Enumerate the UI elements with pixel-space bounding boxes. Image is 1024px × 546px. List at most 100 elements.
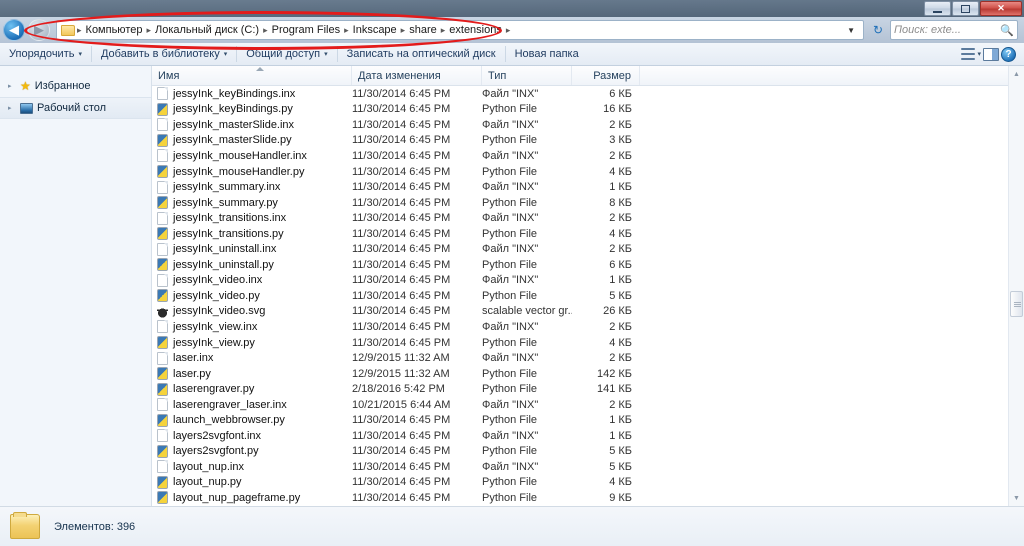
file-name-label: jessyInk_mouseHandler.py — [173, 165, 305, 178]
file-name-cell: jessyInk_masterSlide.inx — [152, 118, 352, 132]
table-row[interactable]: layout_nup.py 11/30/2014 6:45 PM Python Fi… — [152, 475, 1024, 491]
file-name-cell: jessyInk_transitions.inx — [152, 211, 352, 225]
scroll-up-button[interactable]: ▲ — [1009, 66, 1024, 82]
table-row[interactable]: jessyInk_keyBindings.inx 11/30/2014 6:45 … — [152, 86, 1024, 102]
file-name-label: jessyInk_video.inx — [173, 274, 263, 287]
column-header-type[interactable]: Тип — [482, 66, 572, 85]
breadcrumb-item-local-disk[interactable]: Локальный диск (C:) — [152, 23, 262, 37]
column-header-name[interactable]: Имя — [152, 66, 352, 85]
table-row[interactable]: jessyInk_video.inx 11/30/2014 6:45 PM Файл… — [152, 273, 1024, 289]
breadcrumb-separator: ▸ — [505, 24, 511, 35]
organize-button[interactable]: Упорядочить ▾ — [0, 46, 91, 62]
table-row[interactable]: launch_webbrowser.py 11/30/2014 6:45 PM Py… — [152, 412, 1024, 428]
scrollbar-thumb[interactable] — [1010, 291, 1023, 317]
python-file-icon — [157, 289, 168, 303]
search-input[interactable]: Поиск: exte... 🔍 — [890, 20, 1018, 40]
file-name-label: laserengraver.py — [173, 383, 255, 396]
table-row[interactable]: jessyInk_transitions.inx 11/30/2014 6:45 … — [152, 210, 1024, 226]
sidebar-item-desktop[interactable]: ▸ Рабочий стол — [0, 97, 151, 119]
table-row[interactable]: jessyInk_uninstall.py 11/30/2014 6:45 PM P… — [152, 257, 1024, 273]
chevron-down-icon[interactable]: ▼ — [841, 26, 861, 35]
chevron-down-icon[interactable]: ▾ — [977, 50, 981, 58]
table-row[interactable]: layout_nup.inx 11/30/2014 6:45 PM Файл "IN… — [152, 459, 1024, 475]
table-row[interactable]: jessyInk_masterSlide.py 11/30/2014 6:45 P… — [152, 133, 1024, 149]
add-to-library-button[interactable]: Добавить в библиотеку ▾ — [92, 46, 236, 62]
breadcrumb-item-share[interactable]: share — [406, 23, 440, 37]
table-row[interactable]: layers2svgfont.inx 11/30/2014 6:45 PM Файл… — [152, 428, 1024, 444]
file-date-cell: 11/30/2014 6:45 PM — [352, 87, 451, 100]
share-label: Общий доступ — [246, 48, 321, 60]
table-row[interactable]: jessyInk_summary.py 11/30/2014 6:45 PM Pyt… — [152, 195, 1024, 211]
table-row[interactable]: jessyInk_view.py 11/30/2014 6:45 PM Python… — [152, 335, 1024, 351]
maximize-button[interactable] — [952, 1, 979, 16]
file-name-label: jessyInk_uninstall.inx — [173, 243, 277, 256]
close-button[interactable]: ✕ — [980, 1, 1022, 16]
table-row[interactable]: jessyInk_video.py 11/30/2014 6:45 PM Pytho… — [152, 288, 1024, 304]
sidebar-item-label: Рабочий стол — [37, 102, 107, 114]
preview-pane-icon[interactable] — [983, 47, 999, 61]
file-date-cell: 2/18/2016 5:42 PM — [352, 383, 445, 396]
file-type-cell: Файл "INX" — [482, 181, 539, 194]
table-row[interactable]: jessyInk_masterSlide.inx 11/30/2014 6:45 … — [152, 117, 1024, 133]
table-row[interactable]: layout_nup_pageframe.py 11/30/2014 6:45 P… — [152, 490, 1024, 506]
minimize-button[interactable] — [924, 1, 951, 16]
breadcrumb[interactable]: ▸ Компьютер ▸ Локальный диск (C:) ▸ Prog… — [56, 20, 864, 40]
expander-icon[interactable]: ▸ — [8, 104, 16, 112]
vertical-scrollbar[interactable]: ▲ ▼ — [1008, 66, 1024, 506]
table-row[interactable]: jessyInk_mouseHandler.inx 11/30/2014 6:45… — [152, 148, 1024, 164]
table-row[interactable]: laser.py 12/9/2015 11:32 AM Python File 142… — [152, 366, 1024, 382]
table-row[interactable]: jessyInk_uninstall.inx 11/30/2014 6:45 PM… — [152, 241, 1024, 257]
forward-button[interactable]: ▶ — [28, 19, 50, 41]
file-name-cell: jessyInk_summary.py — [152, 196, 352, 210]
file-name-label: laser.inx — [173, 352, 214, 365]
table-row[interactable]: jessyInk_video.svg 11/30/2014 6:45 PM scal… — [152, 304, 1024, 320]
table-row[interactable]: laserengraver.py 2/18/2016 5:42 PM Python … — [152, 381, 1024, 397]
view-options-icon[interactable] — [961, 48, 976, 60]
breadcrumb-item-program-files[interactable]: Program Files — [269, 23, 343, 37]
python-file-icon — [157, 444, 168, 458]
file-size-cell: 4 КБ — [609, 336, 632, 349]
file-name-label: jessyInk_view.inx — [173, 320, 258, 333]
sidebar-item-favorites[interactable]: ▸ ★ Избранное — [0, 75, 151, 97]
share-button[interactable]: Общий доступ ▾ — [237, 46, 336, 62]
file-type-cell: Файл "INX" — [482, 398, 539, 411]
column-header-type-label: Тип — [488, 69, 507, 82]
python-file-icon — [157, 382, 168, 396]
file-name-label: jessyInk_summary.inx — [173, 181, 281, 194]
file-type-cell: Python File — [482, 445, 538, 458]
file-type-cell: Python File — [482, 491, 538, 504]
new-folder-label: Новая папка — [514, 48, 579, 60]
file-size-cell: 16 КБ — [603, 103, 632, 116]
breadcrumb-item-computer[interactable]: Компьютер — [83, 23, 146, 37]
refresh-button[interactable]: ↻ — [868, 20, 888, 40]
table-row[interactable]: jessyInk_view.inx 11/30/2014 6:45 PM Файл … — [152, 319, 1024, 335]
breadcrumb-item-inkscape[interactable]: Inkscape — [350, 23, 400, 37]
file-name-label: jessyInk_transitions.inx — [173, 212, 287, 225]
help-icon[interactable]: ? — [1001, 46, 1016, 62]
table-row[interactable]: laserengraver_laser.inx 10/21/2015 6:44 A… — [152, 397, 1024, 413]
file-name-cell: jessyInk_video.py — [152, 289, 352, 303]
burn-to-disc-button[interactable]: Записать на оптический диск — [338, 46, 505, 62]
table-row[interactable]: laser.inx 12/9/2015 11:32 AM Файл "INX" 2 К… — [152, 350, 1024, 366]
back-button[interactable]: ◀ — [3, 19, 25, 41]
file-size-cell: 5 КБ — [609, 460, 632, 473]
column-header-date[interactable]: Дата изменения — [352, 66, 482, 85]
scroll-down-button[interactable]: ▼ — [1009, 490, 1024, 506]
file-name-cell: jessyInk_view.inx — [152, 320, 352, 334]
table-row[interactable]: jessyInk_keyBindings.py 11/30/2014 6:45 P… — [152, 102, 1024, 118]
file-name-cell: laserengraver.py — [152, 382, 352, 396]
document-file-icon — [157, 398, 168, 412]
table-row[interactable]: jessyInk_summary.inx 11/30/2014 6:45 PM Фа… — [152, 179, 1024, 195]
chevron-down-icon: ▾ — [78, 51, 82, 58]
breadcrumb-item-extensions[interactable]: extensions — [446, 23, 505, 37]
expander-icon[interactable]: ▸ — [8, 82, 16, 90]
file-date-cell: 11/30/2014 6:45 PM — [352, 258, 451, 271]
new-folder-button[interactable]: Новая папка — [506, 46, 588, 62]
column-header-size[interactable]: Размер — [572, 66, 640, 85]
table-row[interactable]: jessyInk_mouseHandler.py 11/30/2014 6:45 … — [152, 164, 1024, 180]
table-row[interactable]: jessyInk_transitions.py 11/30/2014 6:45 P… — [152, 226, 1024, 242]
file-name-label: layout_nup.inx — [173, 460, 244, 473]
file-name-cell: layout_nup_pageframe.py — [152, 491, 352, 505]
file-size-cell: 1 КБ — [609, 181, 632, 194]
table-row[interactable]: layers2svgfont.py 11/30/2014 6:45 PM Pytho… — [152, 444, 1024, 460]
